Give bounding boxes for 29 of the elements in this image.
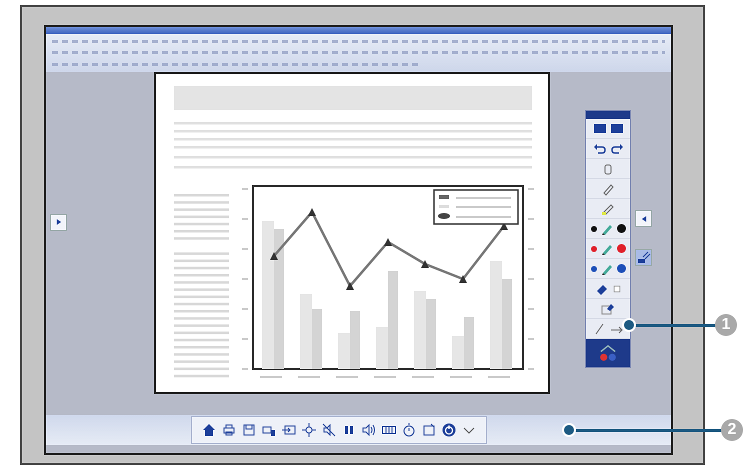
size-dot[interactable]	[590, 226, 596, 232]
color-dot[interactable]	[616, 244, 626, 253]
clear-icon[interactable]	[601, 302, 615, 316]
callout-number: 1	[715, 314, 737, 336]
volume-icon[interactable]	[362, 423, 376, 437]
display-icon[interactable]	[592, 122, 606, 136]
zoom-icon[interactable]	[302, 423, 316, 437]
power-icon[interactable]	[442, 423, 456, 437]
input-icon[interactable]	[282, 423, 296, 437]
undo-icon[interactable]	[592, 142, 606, 156]
printer-icon[interactable]	[222, 423, 236, 437]
mute-icon[interactable]	[322, 423, 336, 437]
collapse-button[interactable]	[635, 210, 652, 227]
color-dot[interactable]	[616, 264, 626, 273]
display-icon[interactable]	[610, 122, 624, 136]
size-dot[interactable]	[590, 246, 596, 252]
home-icon[interactable]	[202, 423, 216, 437]
callout-number: 2	[721, 419, 743, 441]
timer-icon[interactable]	[402, 423, 416, 437]
toolbar-header	[586, 111, 630, 119]
save-icon[interactable]	[242, 423, 256, 437]
line-icon[interactable]	[592, 322, 606, 336]
square-icon[interactable]	[612, 284, 622, 294]
redo-icon[interactable]	[610, 142, 624, 156]
pencil-icon[interactable]	[601, 182, 615, 196]
size-dot[interactable]	[590, 266, 596, 272]
highlighter-icon[interactable]	[601, 202, 615, 216]
expand-button[interactable]	[50, 214, 67, 230]
color-dot[interactable]	[616, 224, 626, 233]
